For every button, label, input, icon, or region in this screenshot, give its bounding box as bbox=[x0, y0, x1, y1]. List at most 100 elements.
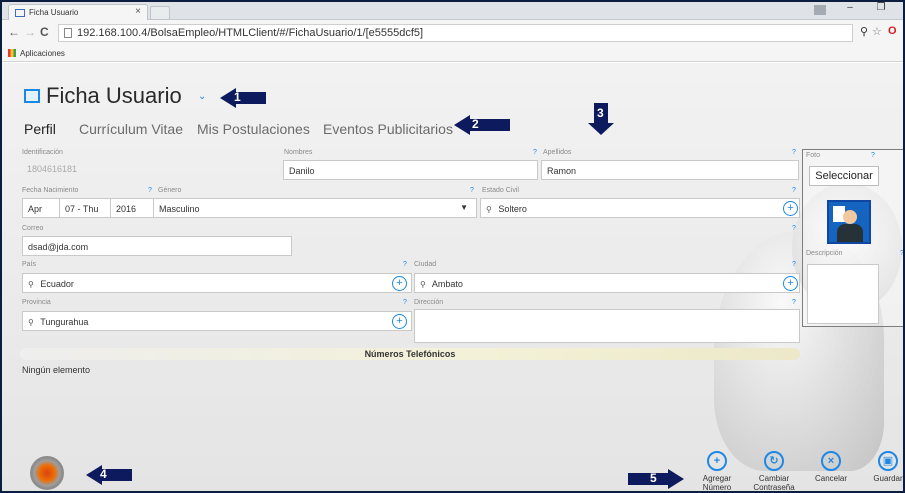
tab-postulaciones[interactable]: Mis Postulaciones bbox=[197, 121, 310, 137]
add-pais-icon[interactable]: + bbox=[392, 276, 407, 291]
close-icon[interactable]: × bbox=[135, 6, 141, 17]
fecha-year-field[interactable]: 2016 bbox=[110, 198, 154, 218]
apps-grid-icon[interactable] bbox=[8, 49, 16, 57]
add-ciudad-icon[interactable]: + bbox=[783, 276, 798, 291]
genero-help-icon[interactable]: ? bbox=[470, 187, 474, 194]
key-icon[interactable]: ⚲ bbox=[860, 25, 868, 38]
ciudad-lookup[interactable]: ⚲ Ambato bbox=[414, 273, 800, 293]
provincia-label: Provincia bbox=[22, 299, 51, 306]
ciudad-value: Ambato bbox=[431, 279, 463, 289]
new-tab-button[interactable] bbox=[150, 6, 170, 20]
annotation-arrow-4: 4 bbox=[86, 465, 132, 485]
select-photo-button[interactable]: Seleccionar bbox=[809, 166, 879, 186]
provincia-help-icon[interactable]: ? bbox=[403, 299, 407, 306]
fecha-day-field[interactable]: 07 - Thu bbox=[59, 198, 111, 218]
estado-lookup[interactable]: ⚲ Soltero bbox=[480, 198, 800, 218]
add-number-button[interactable]: + Agregar Número bbox=[687, 451, 747, 492]
tab-eventos[interactable]: Eventos Publicitarios bbox=[323, 121, 453, 137]
pais-help-icon[interactable]: ? bbox=[403, 261, 407, 268]
save-label: Guardar bbox=[873, 474, 903, 483]
apellidos-label: Apellidos bbox=[543, 149, 572, 156]
tab-strip: Ficha Usuario × – ❐ bbox=[2, 2, 903, 20]
forward-arrow-icon[interactable]: → bbox=[24, 25, 36, 39]
change-password-button[interactable]: ↻ Cambiar Contraseña bbox=[744, 451, 804, 491]
page-title: Ficha Usuario bbox=[46, 83, 182, 108]
minimize-icon[interactable]: – bbox=[843, 2, 857, 18]
screen-icon bbox=[24, 89, 40, 103]
direccion-field[interactable] bbox=[414, 309, 800, 343]
app-content: Ficha Usuario ⌄ Perfil Currículum Vitae … bbox=[2, 63, 903, 492]
chevron-down-icon[interactable]: ⌄ bbox=[198, 91, 206, 102]
page-icon bbox=[64, 28, 72, 38]
bookmark-apps[interactable]: Aplicaciones bbox=[20, 49, 65, 58]
arrow-body bbox=[628, 473, 670, 485]
foto-label: Foto bbox=[806, 152, 821, 159]
ciudad-help-icon[interactable]: ? bbox=[792, 261, 796, 268]
close-circle-icon: × bbox=[821, 451, 841, 471]
genero-value: Masculino bbox=[159, 204, 200, 214]
url-input[interactable]: 192.168.100.4/BolsaEmpleo/HTMLClient/#/F… bbox=[58, 24, 853, 42]
pais-lookup[interactable]: ⚲ Ecuador bbox=[22, 273, 412, 293]
descripcion-field[interactable] bbox=[807, 264, 879, 324]
search-icon: ⚲ bbox=[28, 280, 34, 289]
nombres-label: Nombres bbox=[284, 149, 313, 156]
reload-icon[interactable]: C bbox=[40, 25, 49, 39]
genero-select[interactable]: Masculino ▼ bbox=[153, 198, 477, 218]
arrow-right-icon bbox=[668, 469, 684, 489]
annotation-arrow-2: 2 bbox=[454, 115, 510, 135]
profile-icon[interactable] bbox=[814, 5, 826, 15]
identificacion-field: 1804616181 bbox=[27, 164, 78, 174]
photo-panel: Foto ? Seleccionar Descripción ? bbox=[802, 149, 903, 327]
institution-logo bbox=[30, 456, 64, 490]
annotation-arrow-1: 1 bbox=[220, 88, 266, 108]
genero-label: Género bbox=[158, 187, 182, 194]
save-button[interactable]: ▣ Guardar bbox=[858, 451, 903, 483]
estado-help-icon[interactable]: ? bbox=[792, 187, 796, 194]
opera-icon[interactable]: O bbox=[888, 25, 897, 37]
descripcion-label: Descripción bbox=[806, 250, 843, 257]
add-number-label-2: Número bbox=[702, 483, 732, 492]
provincia-value: Tungurahua bbox=[40, 317, 89, 327]
fecha-month-field[interactable]: Apr bbox=[22, 198, 60, 218]
browser-tab[interactable]: Ficha Usuario × bbox=[8, 4, 148, 20]
add-number-label-1: Agregar bbox=[702, 474, 732, 483]
estado-value: Soltero bbox=[498, 204, 527, 214]
nombres-help-icon[interactable]: ? bbox=[533, 149, 537, 156]
descripcion-help-icon[interactable]: ? bbox=[900, 250, 903, 257]
apellidos-help-icon[interactable]: ? bbox=[792, 149, 796, 156]
direccion-label: Dirección bbox=[414, 299, 444, 306]
fecha-help-icon[interactable]: ? bbox=[148, 187, 152, 194]
correo-field[interactable]: dsad@jda.com bbox=[22, 236, 292, 256]
add-estado-icon[interactable]: + bbox=[783, 201, 798, 216]
apellidos-field[interactable]: Ramon bbox=[541, 160, 799, 180]
provincia-lookup[interactable]: ⚲ Tungurahua bbox=[22, 311, 412, 331]
plus-circle-icon: + bbox=[707, 451, 727, 471]
nombres-field[interactable]: Danilo bbox=[283, 160, 538, 180]
identificacion-label: Identificación bbox=[22, 149, 63, 156]
search-icon: ⚲ bbox=[28, 318, 34, 327]
phones-empty-text: Ningún elemento bbox=[22, 365, 91, 375]
browser-tab-title: Ficha Usuario bbox=[29, 8, 79, 17]
star-icon[interactable]: ☆ bbox=[872, 25, 882, 38]
pais-value: Ecuador bbox=[40, 279, 74, 289]
annotation-number: 4 bbox=[100, 467, 107, 481]
refresh-icon: ↻ bbox=[764, 451, 784, 471]
address-bar: ← → C 192.168.100.4/BolsaEmpleo/HTMLClie… bbox=[2, 20, 903, 46]
fecha-label: Fecha Nacimiento bbox=[22, 187, 79, 194]
tab-curriculum[interactable]: Currículum Vitae bbox=[79, 121, 183, 137]
correo-help-icon[interactable]: ? bbox=[792, 225, 796, 232]
annotation-arrow-3: 3 bbox=[588, 103, 614, 137]
direccion-help-icon[interactable]: ? bbox=[792, 299, 796, 306]
pais-label: País bbox=[22, 261, 37, 268]
bookmarks-bar: Aplicaciones bbox=[2, 46, 903, 62]
add-provincia-icon[interactable]: + bbox=[392, 314, 407, 329]
cancel-button[interactable]: × Cancelar bbox=[801, 451, 861, 483]
foto-help-icon[interactable]: ? bbox=[871, 152, 875, 159]
annotation-arrow-5: 5 bbox=[628, 469, 684, 489]
tab-perfil[interactable]: Perfil bbox=[24, 121, 56, 137]
restore-icon[interactable]: ❐ bbox=[874, 2, 888, 18]
search-icon: ⚲ bbox=[486, 205, 492, 214]
back-arrow-icon[interactable]: ← bbox=[8, 25, 20, 39]
correo-label: Correo bbox=[22, 225, 44, 232]
annotation-number: 3 bbox=[597, 106, 604, 120]
